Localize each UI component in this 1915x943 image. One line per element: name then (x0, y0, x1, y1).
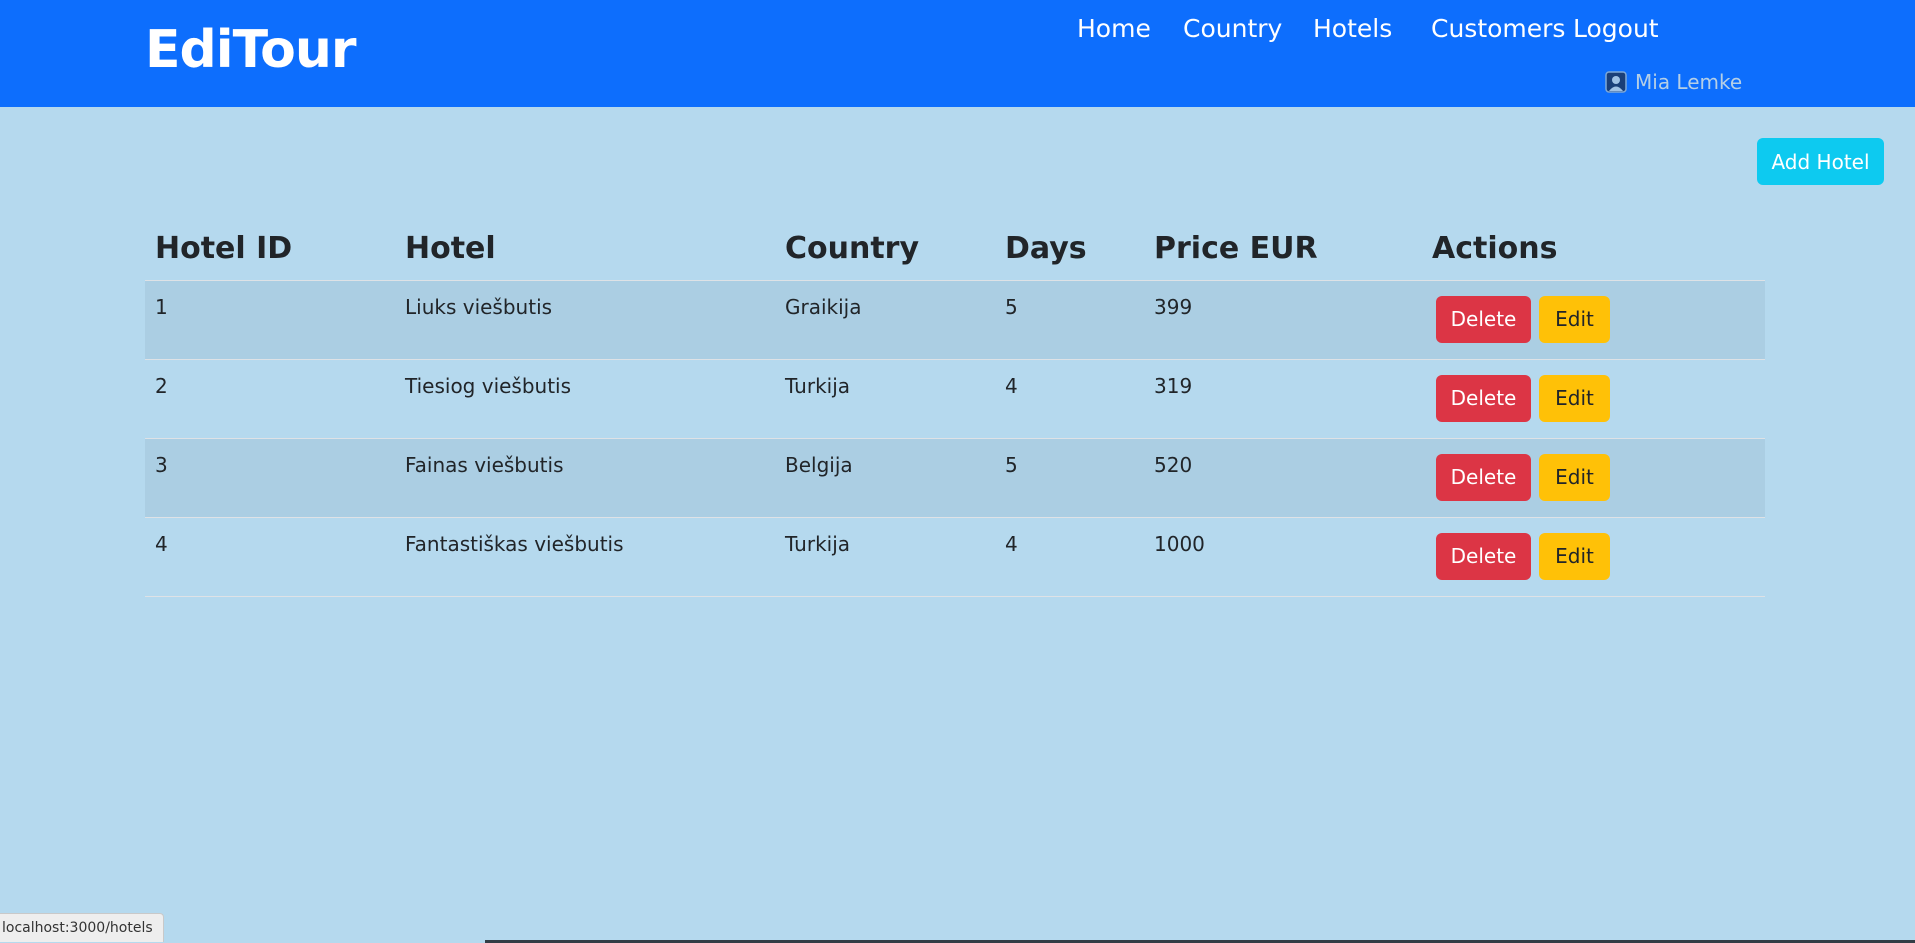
column-header-days: Days (995, 220, 1144, 281)
cell-hotel-name: Fantastiškas viešbutis (395, 517, 775, 597)
cell-hotel-name: Fainas viešbutis (395, 438, 775, 518)
table-header-row: Hotel ID Hotel Country Days Price EUR Ac… (145, 220, 1765, 281)
table-row: 2 Tiesiog viešbutis Turkija 4 319 Delete… (145, 359, 1765, 439)
add-hotel-button[interactable]: Add Hotel (1757, 138, 1884, 185)
cell-actions: Delete Edit (1422, 438, 1765, 518)
navbar: EdiTour Home Country Hotels Customers Lo… (0, 0, 1915, 107)
cell-hotel-name: Tiesiog viešbutis (395, 359, 775, 439)
cell-hotel-id: 3 (145, 438, 395, 518)
nav-logout-link[interactable]: Logout (1573, 14, 1659, 43)
browser-status-url: localhost:3000/hotels (0, 913, 164, 942)
cell-hotel-name: Liuks viešbutis (395, 280, 775, 360)
cell-country: Turkija (775, 517, 995, 597)
user-name: Mia Lemke (1635, 70, 1743, 94)
edit-button[interactable]: Edit (1539, 374, 1610, 422)
cell-actions: Delete Edit (1422, 359, 1765, 439)
cell-hotel-id: 4 (145, 517, 395, 597)
cell-price: 1000 (1144, 517, 1422, 597)
nav-country-link[interactable]: Country (1183, 14, 1282, 43)
column-header-hotel-id: Hotel ID (145, 220, 395, 281)
nav-hotels-link[interactable]: Hotels (1313, 14, 1392, 43)
current-user: Mia Lemke (1605, 70, 1742, 94)
table-row: 4 Fantastiškas viešbutis Turkija 4 1000 … (145, 517, 1765, 597)
delete-button[interactable]: Delete (1436, 295, 1531, 343)
table-row: 3 Fainas viešbutis Belgija 5 520 Delete E… (145, 438, 1765, 518)
cell-country: Turkija (775, 359, 995, 439)
cell-hotel-id: 2 (145, 359, 395, 439)
cell-days: 5 (995, 280, 1144, 360)
nav-home-link[interactable]: Home (1077, 14, 1151, 43)
cell-country: Graikija (775, 280, 995, 360)
brand-logo[interactable]: EdiTour (145, 20, 357, 80)
delete-button[interactable]: Delete (1436, 453, 1531, 501)
cell-country: Belgija (775, 438, 995, 518)
edit-button[interactable]: Edit (1539, 532, 1610, 580)
cell-price: 319 (1144, 359, 1422, 439)
edit-button[interactable]: Edit (1539, 453, 1610, 501)
column-header-hotel: Hotel (395, 220, 775, 281)
cell-days: 4 (995, 517, 1144, 597)
cell-days: 5 (995, 438, 1144, 518)
cell-hotel-id: 1 (145, 280, 395, 360)
cell-actions: Delete Edit (1422, 517, 1765, 597)
edit-button[interactable]: Edit (1539, 295, 1610, 343)
hotels-table: Hotel ID Hotel Country Days Price EUR Ac… (145, 220, 1765, 597)
table-row: 1 Liuks viešbutis Graikija 5 399 Delete E… (145, 280, 1765, 360)
cell-days: 4 (995, 359, 1144, 439)
cell-price: 520 (1144, 438, 1422, 518)
cell-actions: Delete Edit (1422, 280, 1765, 360)
user-avatar-icon (1605, 71, 1627, 93)
column-header-actions: Actions (1422, 220, 1765, 281)
nav-customers-link[interactable]: Customers (1431, 14, 1565, 43)
column-header-country: Country (775, 220, 995, 281)
column-header-price: Price EUR (1144, 220, 1422, 281)
delete-button[interactable]: Delete (1436, 532, 1531, 580)
cell-price: 399 (1144, 280, 1422, 360)
delete-button[interactable]: Delete (1436, 374, 1531, 422)
